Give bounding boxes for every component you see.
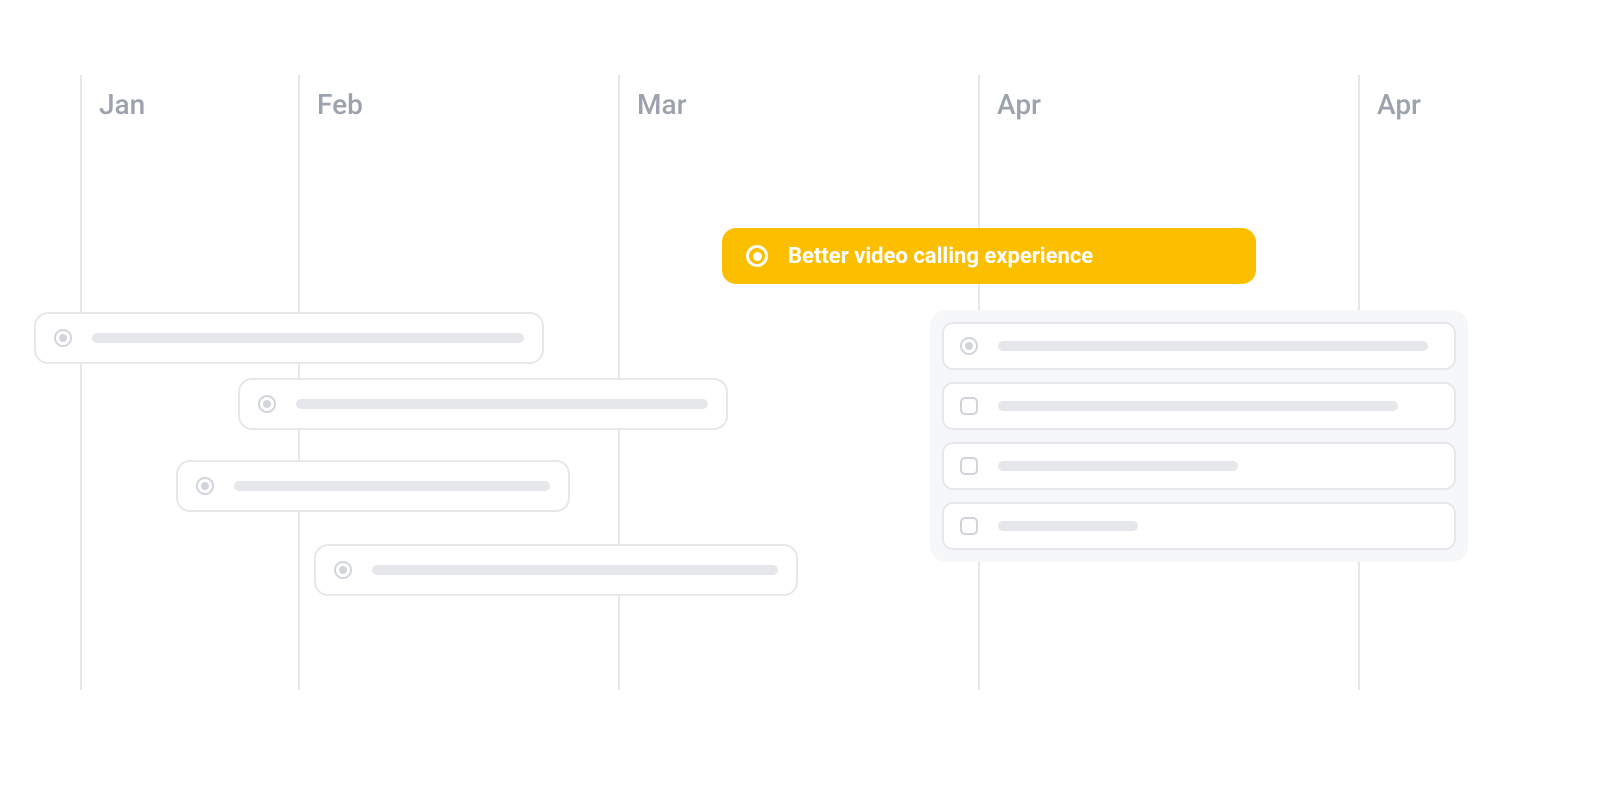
- skeleton-line: [296, 399, 708, 409]
- skeleton-line: [92, 333, 524, 343]
- roadmap-group-item[interactable]: [942, 442, 1456, 490]
- radio-selected-icon: [746, 245, 768, 267]
- roadmap-group: [930, 310, 1468, 562]
- roadmap-item-skeleton[interactable]: [34, 312, 544, 364]
- roadmap-item-skeleton[interactable]: [176, 460, 570, 512]
- timeline-container: Jan Feb Mar Apr Apr Better video calling…: [0, 0, 1600, 812]
- roadmap-group-item[interactable]: [942, 322, 1456, 370]
- roadmap-item-skeleton[interactable]: [314, 544, 798, 596]
- month-column-jan: [80, 75, 82, 690]
- roadmap-item-skeleton[interactable]: [238, 378, 728, 430]
- skeleton-line: [998, 521, 1138, 531]
- skeleton-line: [998, 461, 1238, 471]
- radio-icon: [334, 561, 352, 579]
- roadmap-item-label: Better video calling experience: [788, 244, 1093, 269]
- month-label-feb: Feb: [317, 88, 363, 121]
- skeleton-line: [234, 481, 550, 491]
- radio-icon: [196, 477, 214, 495]
- roadmap-group-item[interactable]: [942, 382, 1456, 430]
- checkbox-icon: [960, 457, 978, 475]
- month-label-apr-2: Apr: [1377, 88, 1421, 121]
- roadmap-item-highlighted[interactable]: Better video calling experience: [722, 228, 1256, 284]
- skeleton-line: [998, 401, 1398, 411]
- month-label-apr-1: Apr: [997, 88, 1041, 121]
- roadmap-group-item[interactable]: [942, 502, 1456, 550]
- radio-icon: [960, 337, 978, 355]
- checkbox-icon: [960, 517, 978, 535]
- skeleton-line: [372, 565, 778, 575]
- radio-icon: [54, 329, 72, 347]
- month-label-jan: Jan: [99, 88, 145, 121]
- radio-icon: [258, 395, 276, 413]
- skeleton-line: [998, 341, 1428, 351]
- month-label-mar: Mar: [637, 88, 686, 121]
- checkbox-icon: [960, 397, 978, 415]
